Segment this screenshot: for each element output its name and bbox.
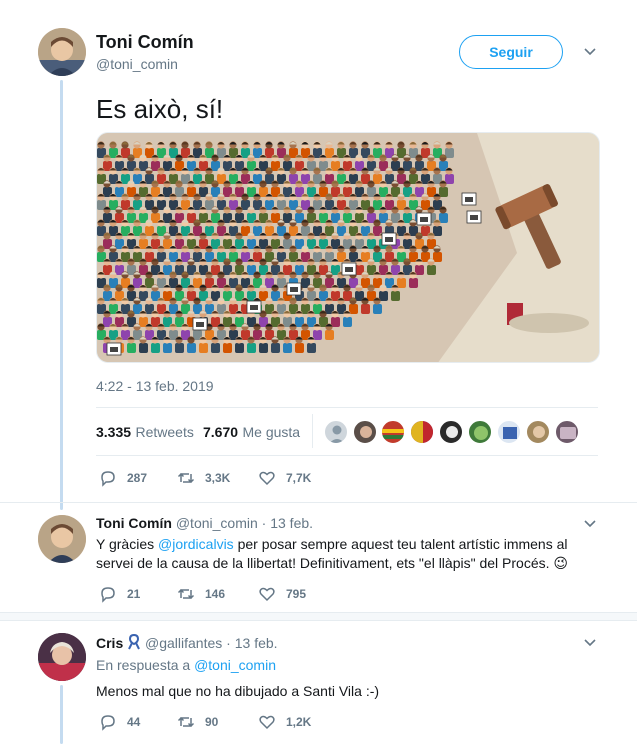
like-count: 7,7K xyxy=(286,471,312,485)
reply-text: Menos mal que no ha dibujado a Santi Vil… xyxy=(96,683,380,699)
reply-author-name[interactable]: Cris xyxy=(96,635,123,651)
retweet-count: 146 xyxy=(205,587,226,601)
divider xyxy=(96,455,598,456)
thread-line xyxy=(60,80,63,510)
retweet-icon xyxy=(177,472,195,484)
reply-icon xyxy=(101,715,115,731)
nature-avatar-icon xyxy=(474,426,488,440)
author-name[interactable]: Toni Comín xyxy=(96,32,194,53)
author-handle[interactable]: @toni_comin xyxy=(96,56,178,72)
liker-avatar[interactable] xyxy=(381,420,405,444)
like-count: 1,2K xyxy=(286,715,312,729)
retweet-action[interactable]: 3,3K xyxy=(177,469,230,487)
liker-avatar[interactable] xyxy=(526,420,550,444)
reply-header: Toni Comín @toni_comin · 13 feb. xyxy=(96,515,313,531)
liker-avatar[interactable] xyxy=(497,420,521,444)
liker-avatar[interactable] xyxy=(353,420,377,444)
in-reply-handle-link[interactable]: @toni_comin xyxy=(194,657,276,673)
divider xyxy=(312,414,313,448)
in-reply-prefix: En respuesta a xyxy=(96,657,195,673)
reply-author-handle[interactable]: @gallifantes xyxy=(145,635,222,651)
reply-avatar[interactable] xyxy=(38,515,86,563)
flag-avatar-icon xyxy=(411,421,433,443)
retweet-label: Retweets xyxy=(135,424,194,440)
tweet-timestamp[interactable]: 4:22 - 13 feb. 2019 xyxy=(96,378,214,394)
reply-icon xyxy=(101,471,115,487)
reply-count: 287 xyxy=(127,471,148,485)
reply-avatar[interactable] xyxy=(38,633,86,681)
in-reply-to: En respuesta a @toni_comin xyxy=(96,657,276,673)
divider xyxy=(96,407,598,408)
reply-action[interactable]: 44 xyxy=(99,713,140,731)
person-avatar-icon xyxy=(38,28,86,76)
reply-date[interactable]: 13 feb. xyxy=(270,515,313,531)
person-avatar-icon xyxy=(533,426,545,438)
emblem-avatar-icon xyxy=(503,427,517,439)
like-action[interactable]: 1,2K xyxy=(258,713,311,731)
tweet-text: Es això, sí! xyxy=(96,94,224,124)
heart-icon xyxy=(259,471,275,486)
chevron-down-icon[interactable] xyxy=(583,47,597,57)
mention-link[interactable]: @jordicalvis xyxy=(158,536,234,552)
retweet-count: 3,3K xyxy=(205,471,231,485)
reply-author-name[interactable]: Toni Comín xyxy=(96,515,172,531)
separator-dot: · xyxy=(226,635,231,651)
liker-avatar[interactable] xyxy=(439,420,463,444)
reply-date[interactable]: 13 feb. xyxy=(235,635,278,651)
chevron-down-icon[interactable] xyxy=(583,638,597,648)
retweet-icon xyxy=(177,588,195,600)
thread-line xyxy=(60,685,63,744)
like-stat[interactable]: 7.670 Me gusta xyxy=(203,424,300,442)
separator-dot: · xyxy=(261,515,267,531)
person-avatar-icon xyxy=(360,426,372,438)
retweet-action[interactable]: 90 xyxy=(177,713,218,731)
reply-action[interactable]: 287 xyxy=(99,469,147,487)
author-avatar[interactable] xyxy=(38,28,86,76)
person-avatar-icon xyxy=(38,633,86,681)
tweet-image[interactable] xyxy=(96,132,600,363)
reply-count: 44 xyxy=(127,715,141,729)
liker-avatar[interactable] xyxy=(555,420,579,444)
reply-action[interactable]: 21 xyxy=(99,585,140,603)
crowd-illustration-icon xyxy=(97,133,599,362)
reply-text: Y gràcies @jordicalvis per posar sempre … xyxy=(96,535,596,573)
reply-author-handle[interactable]: @toni_comin xyxy=(176,515,258,531)
section-separator xyxy=(0,612,637,621)
divider xyxy=(0,502,637,503)
heart-icon xyxy=(259,587,275,602)
heart-icon xyxy=(259,715,275,730)
retweet-icon xyxy=(177,716,195,728)
default-avatar-icon xyxy=(329,425,345,443)
image-avatar-icon xyxy=(560,427,576,439)
retweet-count: 3.335 xyxy=(96,424,132,440)
retweet-count: 90 xyxy=(205,715,219,729)
flag-avatar-icon xyxy=(382,429,404,439)
liker-avatar[interactable] xyxy=(468,420,492,444)
like-action[interactable]: 795 xyxy=(258,585,306,603)
liker-avatar[interactable] xyxy=(410,420,434,444)
retweet-action[interactable]: 146 xyxy=(177,585,225,603)
reply-count: 21 xyxy=(127,587,141,601)
like-count: 795 xyxy=(286,587,307,601)
wink-emoji: 😉 xyxy=(553,555,568,571)
reply-icon xyxy=(101,587,115,603)
like-count: 7.670 xyxy=(203,424,239,440)
person-avatar-icon xyxy=(38,515,86,563)
chevron-down-icon[interactable] xyxy=(583,519,597,529)
retweet-stat[interactable]: 3.335 Retweets xyxy=(96,424,194,442)
like-action[interactable]: 7,7K xyxy=(258,469,311,487)
follow-button[interactable]: Seguir xyxy=(459,35,563,69)
person-avatar-icon xyxy=(446,426,458,438)
reply-header: Cris @gallifantes · 13 feb. xyxy=(96,633,278,651)
follow-button-label: Seguir xyxy=(489,44,533,60)
reply-text-start: Y gràcies xyxy=(96,536,158,552)
liker-avatar[interactable] xyxy=(324,420,348,444)
ribbon-icon xyxy=(128,633,141,650)
like-label: Me gusta xyxy=(242,424,301,440)
